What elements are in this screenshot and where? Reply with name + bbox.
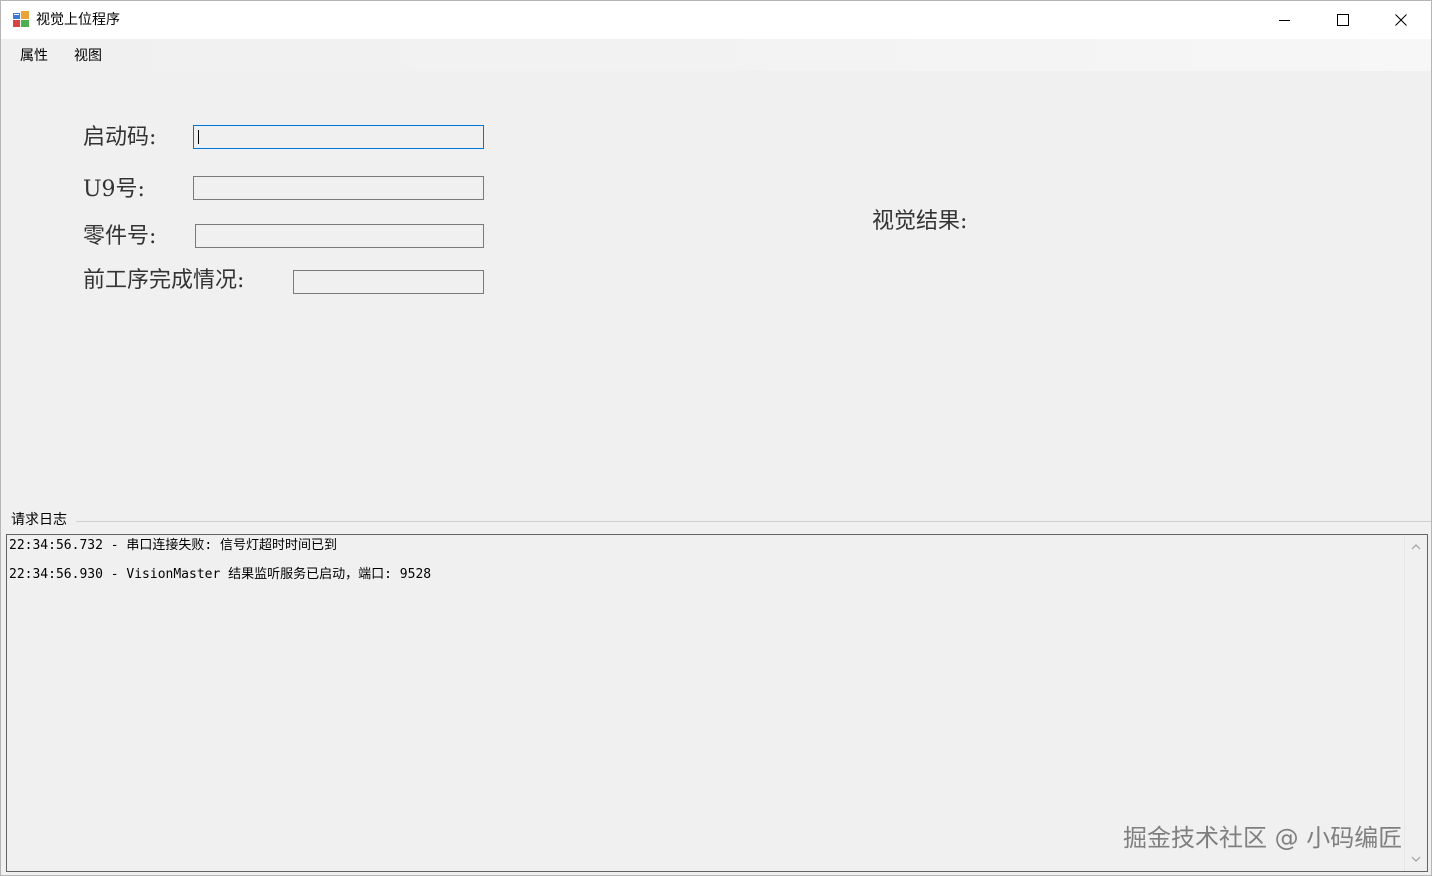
menu-item-properties[interactable]: 属性	[20, 47, 48, 65]
u9-number-label: U9号:	[83, 177, 145, 202]
watermark-text: 掘金技术社区 @ 小码编匠	[1123, 824, 1403, 852]
log-scrollbar[interactable]	[1404, 535, 1427, 871]
window-title: 视觉上位程序	[36, 12, 120, 28]
request-log-textbox[interactable]: 22:34:56.732 - 串口连接失败: 信号灯超时时间已到 22:34:5…	[6, 534, 1428, 872]
minimize-button[interactable]	[1256, 1, 1314, 39]
start-code-input[interactable]	[193, 125, 484, 149]
windows-forms-app-icon	[13, 11, 29, 27]
text-caret	[198, 130, 199, 144]
group-divider	[76, 521, 1431, 522]
start-code-label: 启动码:	[83, 125, 157, 150]
log-line: 22:34:56.930 - VisionMaster 结果监听服务已启动，端口…	[9, 567, 432, 582]
u9-number-input[interactable]	[193, 176, 484, 200]
close-icon	[1395, 14, 1407, 26]
part-number-input[interactable]	[195, 224, 484, 248]
part-number-label: 零件号:	[83, 224, 157, 249]
vision-result-label: 视觉结果:	[872, 209, 968, 234]
log-line: 22:34:56.732 - 串口连接失败: 信号灯超时时间已到	[9, 538, 338, 553]
minimize-icon	[1279, 20, 1290, 21]
main-window: 视觉上位程序 属性 视图 启动码: U9号: 零件号: 前工序完成情况: 视觉结…	[0, 0, 1432, 876]
close-button[interactable]	[1372, 1, 1430, 39]
scroll-up-arrow-icon[interactable]	[1410, 541, 1422, 553]
scroll-down-arrow-icon[interactable]	[1410, 853, 1422, 865]
request-log-group-label: 请求日志	[11, 512, 67, 528]
maximize-button[interactable]	[1314, 1, 1372, 39]
title-bar[interactable]: 视觉上位程序	[1, 1, 1431, 39]
maximize-icon	[1337, 14, 1349, 26]
previous-process-label: 前工序完成情况:	[83, 268, 245, 293]
menu-item-view[interactable]: 视图	[74, 47, 102, 65]
previous-process-input[interactable]	[293, 270, 484, 294]
menu-bar: 属性 视图	[1, 39, 1431, 71]
